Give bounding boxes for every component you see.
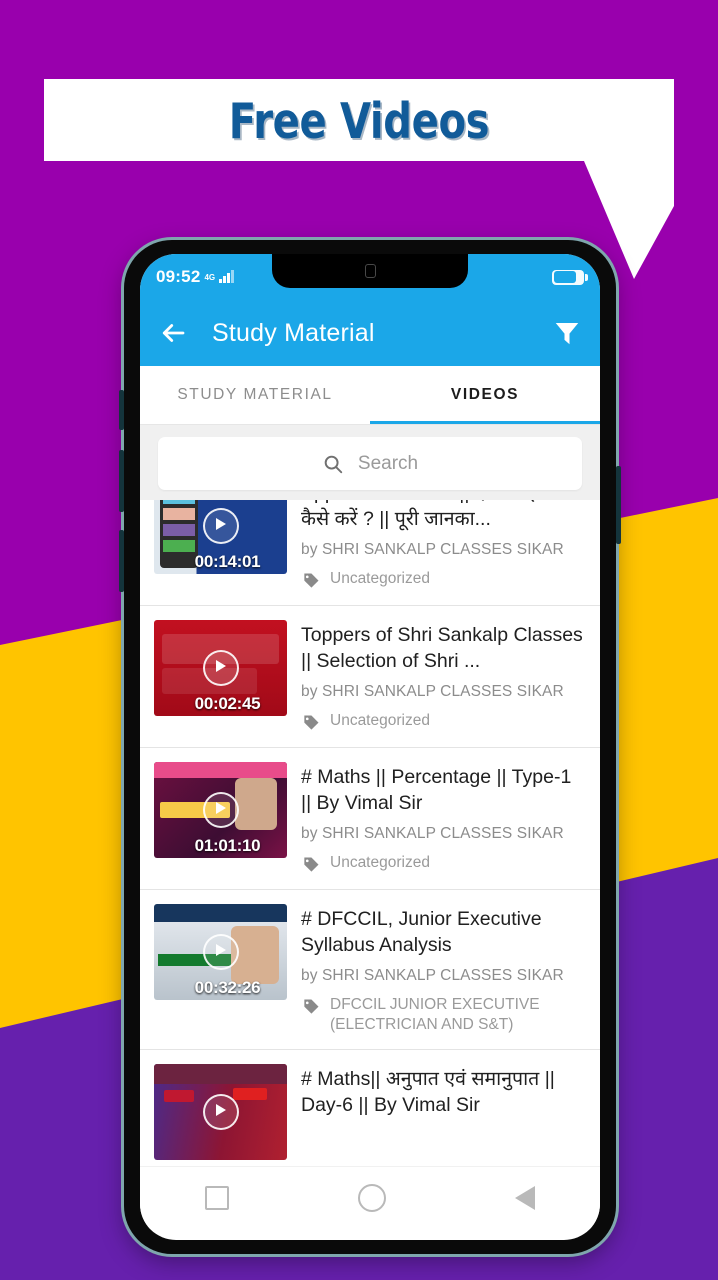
tag-icon xyxy=(301,571,321,591)
triangle-back-icon[interactable] xyxy=(515,1186,536,1210)
video-thumbnail[interactable]: 00:02:45 xyxy=(154,620,287,716)
phone-side-button-left-3 xyxy=(119,530,124,592)
list-item[interactable]: 00:14:01 Application Demo || ऐप का इस्तम… xyxy=(140,500,600,606)
tag-icon xyxy=(301,997,321,1017)
tag-icon xyxy=(301,713,321,733)
list-item[interactable]: # Maths|| अनुपात एवं समानुपात || Day-6 |… xyxy=(140,1050,600,1166)
video-author: by SHRI SANKALP CLASSES SIKAR xyxy=(301,967,564,984)
video-title: # DFCCIL, Junior Executive Syllabus Anal… xyxy=(301,908,542,956)
status-bar: 09:52 4G xyxy=(140,254,600,300)
video-thumbnail[interactable] xyxy=(154,1064,287,1160)
phone-side-button-right xyxy=(616,466,621,544)
page-title: Study Material xyxy=(212,318,375,347)
video-list[interactable]: 00:14:01 Application Demo || ऐप का इस्तम… xyxy=(140,500,600,1166)
list-item[interactable]: 01:01:10 # Maths || Percentage || Type-1… xyxy=(140,748,600,890)
video-meta: Toppers of Shri Sankalp Classes || Selec… xyxy=(301,620,586,733)
video-author: by SHRI SANKALP CLASSES SIKAR xyxy=(301,683,564,700)
front-camera-icon xyxy=(364,264,376,278)
app-bar: Study Material xyxy=(140,300,600,366)
promo-screenshot: Free Videos 09:52 4G Study Material STUD… xyxy=(0,0,718,1280)
search-strip: Search xyxy=(140,425,600,500)
video-category: Uncategorized xyxy=(330,854,430,871)
headline-text: Free Videos xyxy=(228,93,490,150)
video-title: Application Demo || ऐप का इस्तमाल कैसे क… xyxy=(301,500,586,530)
video-meta: # DFCCIL, Junior Executive Syllabus Anal… xyxy=(301,904,586,1035)
video-duration: 00:32:26 xyxy=(194,978,261,997)
video-meta: Application Demo || ऐप का इस्तमाल कैसे क… xyxy=(301,500,586,591)
search-input[interactable]: Search xyxy=(158,437,582,490)
video-meta: # Maths|| अनुपात एवं समानुपात || Day-6 |… xyxy=(301,1064,586,1118)
play-icon xyxy=(202,650,239,686)
square-recents-icon[interactable] xyxy=(204,1186,229,1210)
play-icon xyxy=(202,1094,239,1130)
play-icon xyxy=(202,792,239,828)
status-right-group xyxy=(552,269,588,285)
play-icon xyxy=(202,508,239,544)
tab-study-material[interactable]: STUDY MATERIAL xyxy=(140,366,370,424)
tag-icon xyxy=(301,855,321,875)
video-category-row: Uncategorized xyxy=(301,711,586,733)
video-category-row: Uncategorized xyxy=(301,853,586,875)
video-author: by SHRI SANKALP CLASSES SIKAR xyxy=(301,541,564,558)
video-category: Uncategorized xyxy=(330,712,430,729)
phone-side-button-left-2 xyxy=(119,450,124,512)
video-author: by SHRI SANKALP CLASSES SIKAR xyxy=(301,825,564,842)
video-thumbnail[interactable]: 00:32:26 xyxy=(154,904,287,1000)
search-icon xyxy=(322,453,344,475)
video-title: # Maths || Percentage || Type-1 || By Vi… xyxy=(301,766,572,814)
video-thumbnail[interactable]: 01:01:10 xyxy=(154,762,287,858)
android-navigation-bar xyxy=(140,1166,600,1229)
status-left-group: 09:52 4G xyxy=(156,267,234,287)
video-title: Toppers of Shri Sankalp Classes || Selec… xyxy=(301,624,583,672)
back-arrow-icon[interactable] xyxy=(158,318,188,348)
signal-bars-icon xyxy=(219,270,234,283)
video-duration: 00:14:01 xyxy=(194,552,261,571)
video-meta: # Maths || Percentage || Type-1 || By Vi… xyxy=(301,762,586,875)
tab-videos[interactable]: VIDEOS xyxy=(370,366,600,424)
tab-bar: STUDY MATERIAL VIDEOS xyxy=(140,366,600,425)
video-category-row: Uncategorized xyxy=(301,569,586,591)
search-placeholder: Search xyxy=(357,452,419,474)
video-title: # Maths|| अनुपात एवं समानुपात || Day-6 |… xyxy=(301,1068,555,1116)
video-category-row: DFCCIL JUNIOR EXECUTIVE (ELECTRICIAN AND… xyxy=(301,995,586,1035)
battery-icon xyxy=(552,269,588,285)
video-thumbnail[interactable]: 00:14:01 xyxy=(154,500,287,574)
filter-funnel-icon[interactable] xyxy=(552,318,582,348)
status-network-label: 4G xyxy=(204,273,216,282)
phone-screen: 09:52 4G Study Material STUDY MATERIAL V… xyxy=(140,254,600,1240)
play-icon xyxy=(202,934,239,970)
video-category: DFCCIL JUNIOR EXECUTIVE (ELECTRICIAN AND… xyxy=(330,996,540,1033)
video-duration: 00:02:45 xyxy=(194,694,261,713)
headline-speech-bubble: Free Videos xyxy=(44,79,674,279)
phone-device: 09:52 4G Study Material STUDY MATERIAL V… xyxy=(119,240,621,1254)
list-item[interactable]: 00:02:45 Toppers of Shri Sankalp Classes… xyxy=(140,606,600,748)
display-notch xyxy=(272,254,468,288)
video-category: Uncategorized xyxy=(330,570,430,587)
list-item[interactable]: 00:32:26 # DFCCIL, Junior Executive Syll… xyxy=(140,890,600,1050)
video-duration: 01:01:10 xyxy=(194,836,261,855)
circle-home-icon[interactable] xyxy=(357,1184,386,1212)
phone-side-button-left-1 xyxy=(119,390,124,430)
status-time: 09:52 xyxy=(156,267,201,286)
